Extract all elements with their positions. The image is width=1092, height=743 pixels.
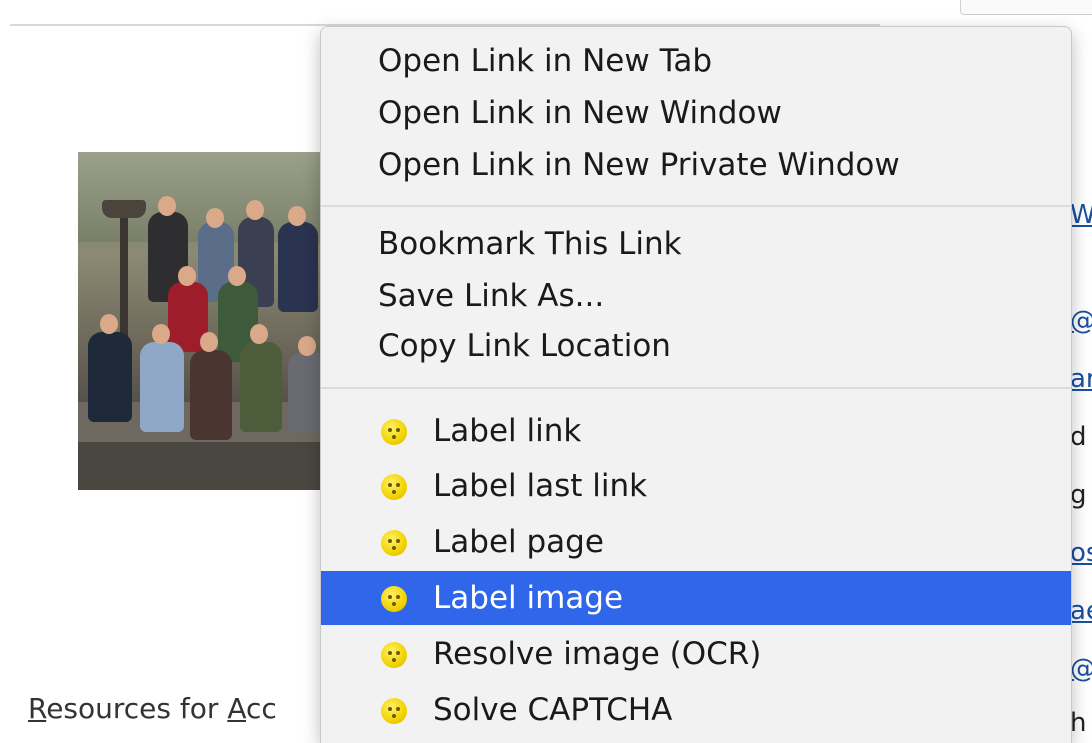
smiley-icon <box>381 530 407 556</box>
resources-heading: Resources for Acc <box>28 692 277 725</box>
side-text-fragment: g <box>1070 480 1087 510</box>
menu-item-open-link-new-tab[interactable]: Open Link in New Tab <box>321 34 1071 88</box>
side-link-fragment[interactable]: ar <box>1070 364 1092 394</box>
smiley-icon <box>381 419 407 445</box>
menu-item-solve-captcha[interactable]: Solve CAPTCHA <box>321 683 1071 737</box>
menu-item-resolve-image-ocr[interactable]: Resolve image (OCR) <box>321 627 1071 681</box>
menu-item-label-image[interactable]: Label image <box>321 571 1071 625</box>
smiley-icon <box>381 642 407 668</box>
side-link-fragment[interactable]: W <box>1070 200 1092 230</box>
side-text-fragment: h <box>1070 708 1087 738</box>
smiley-icon <box>381 698 407 724</box>
menu-item-copy-link-location[interactable]: Copy Link Location <box>321 319 1071 373</box>
menu-item-label-link[interactable]: Label link <box>321 404 1071 458</box>
menu-item-bookmark-link[interactable]: Bookmark This Link <box>321 217 1071 271</box>
menu-item-save-link-as[interactable]: Save Link As... <box>321 269 1071 323</box>
side-text-fragment: d <box>1070 422 1087 452</box>
side-link-fragment[interactable]: ae <box>1070 596 1092 626</box>
menu-item-open-link-new-window[interactable]: Open Link in New Window <box>321 86 1071 140</box>
context-menu: Open Link in New Tab Open Link in New Wi… <box>320 26 1072 743</box>
menu-item-open-link-private-window[interactable]: Open Link in New Private Window <box>321 138 1071 192</box>
search-box-edge[interactable] <box>960 0 1092 15</box>
menu-item-label-last-link[interactable]: Label last link <box>321 459 1071 513</box>
menu-separator <box>321 387 1071 389</box>
side-link-fragment[interactable]: @ <box>1070 306 1092 336</box>
menu-separator <box>321 205 1071 207</box>
side-link-fragment[interactable]: os <box>1070 538 1092 568</box>
smiley-icon <box>381 586 407 612</box>
group-photo-image[interactable] <box>78 152 328 490</box>
smiley-icon <box>381 474 407 500</box>
side-link-fragment[interactable]: @ <box>1070 654 1092 684</box>
menu-item-label-page[interactable]: Label page <box>321 515 1071 569</box>
